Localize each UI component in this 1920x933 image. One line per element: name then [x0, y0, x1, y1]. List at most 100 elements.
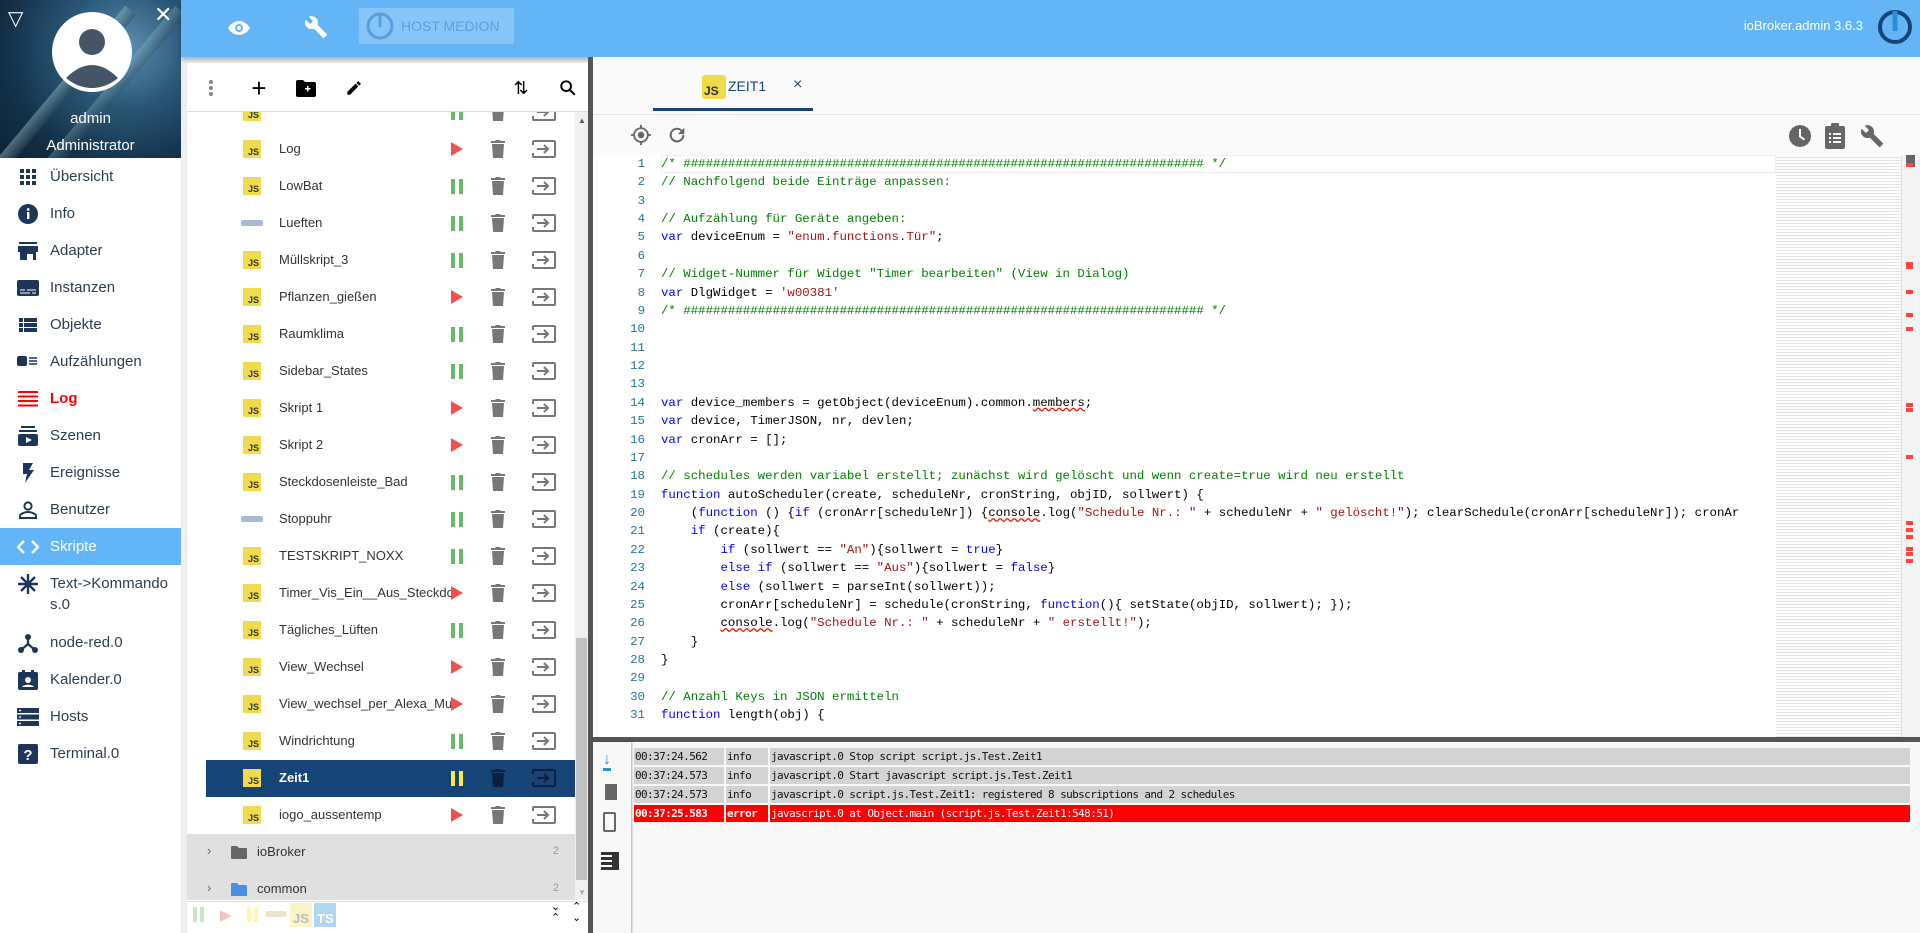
- delete-icon[interactable]: [491, 140, 505, 163]
- pause-script-icon[interactable]: [450, 178, 466, 194]
- start-script-icon[interactable]: [450, 400, 466, 416]
- pause-script-icon[interactable]: [450, 511, 466, 527]
- filter-stopped-icon[interactable]: ▶: [220, 906, 232, 924]
- pause-script-icon[interactable]: [450, 548, 466, 564]
- delete-icon[interactable]: [491, 547, 505, 570]
- sidebar-item-szenen[interactable]: Szenen: [0, 417, 181, 454]
- pause-script-icon[interactable]: [450, 474, 466, 490]
- filter-blockly-icon[interactable]: [266, 911, 286, 917]
- script-row[interactable]: JS Log: [187, 131, 575, 168]
- folder-row[interactable]: › ioBroker 2: [187, 834, 575, 871]
- sidebar-item-instanzen[interactable]: Instanzen: [0, 269, 181, 306]
- sidebar-item-kalender-0[interactable]: Kalender.0: [0, 661, 181, 698]
- export-icon[interactable]: [532, 140, 556, 163]
- add-script-button[interactable]: +: [248, 73, 270, 103]
- script-row[interactable]: JS Windrichtung: [187, 723, 575, 760]
- eye-icon[interactable]: [227, 16, 251, 45]
- export-icon[interactable]: [532, 177, 556, 200]
- close-menu-icon[interactable]: ✕: [154, 2, 172, 28]
- export-icon[interactable]: [532, 695, 556, 718]
- export-icon[interactable]: [532, 658, 556, 681]
- script-row[interactable]: JS View_Wechsel: [187, 649, 575, 686]
- editor-scrollbar[interactable]: [1901, 155, 1920, 737]
- delete-icon[interactable]: [491, 695, 505, 718]
- pause-script-icon[interactable]: [450, 363, 466, 379]
- delete-icon[interactable]: [491, 251, 505, 274]
- pause-script-icon[interactable]: [450, 622, 466, 638]
- chevron-right-icon[interactable]: ›: [207, 880, 211, 895]
- export-icon[interactable]: [532, 112, 556, 126]
- pause-script-icon[interactable]: [450, 770, 466, 786]
- export-icon[interactable]: [532, 473, 556, 496]
- export-icon[interactable]: [532, 806, 556, 829]
- export-icon[interactable]: [532, 362, 556, 385]
- chevron-right-icon[interactable]: ›: [207, 843, 211, 858]
- pause-script-icon[interactable]: [450, 215, 466, 231]
- delete-icon[interactable]: [491, 362, 505, 385]
- script-row[interactable]: JS: [187, 112, 575, 131]
- script-row[interactable]: JS Raumklima: [187, 316, 575, 353]
- sidebar-item-aufzählungen[interactable]: Aufzählungen: [0, 343, 181, 380]
- copy-icon[interactable]: [603, 812, 616, 832]
- script-row[interactable]: JS Tägliches_Lüften: [187, 612, 575, 649]
- delete-icon[interactable]: [491, 288, 505, 311]
- sidebar-item-log[interactable]: Log: [0, 380, 181, 417]
- sidebar-item-benutzer[interactable]: Benutzer: [0, 491, 181, 528]
- delete-icon[interactable]: [491, 510, 505, 533]
- tab-zeit1[interactable]: JS ZEIT1 ×: [653, 63, 813, 111]
- delete-icon[interactable]: [491, 769, 505, 792]
- sidebar-item-objekte[interactable]: Objekte: [0, 306, 181, 343]
- script-row[interactable]: JS Sidebar_States: [187, 353, 575, 390]
- script-row[interactable]: JS Steckdosenleiste_Bad: [187, 464, 575, 501]
- script-row[interactable]: Stoppuhr: [187, 501, 575, 538]
- delete-icon[interactable]: [491, 436, 505, 459]
- delete-icon[interactable]: [491, 658, 505, 681]
- start-script-icon[interactable]: [450, 696, 466, 712]
- code-editor[interactable]: 1 /* ####################################…: [593, 155, 1920, 737]
- filter-ts-button[interactable]: TS: [314, 903, 336, 927]
- pause-script-icon[interactable]: [450, 252, 466, 268]
- script-row[interactable]: JS TESTSKRIPT_NOXX: [187, 538, 575, 575]
- sidebar-item-skripte[interactable]: Skripte: [0, 528, 181, 565]
- pause-script-icon[interactable]: [450, 733, 466, 749]
- sidebar-item-terminal-0[interactable]: ? Terminal.0: [0, 735, 181, 772]
- export-icon[interactable]: [532, 584, 556, 607]
- export-icon[interactable]: [532, 251, 556, 274]
- export-icon[interactable]: [532, 325, 556, 348]
- start-script-icon[interactable]: [450, 141, 466, 157]
- delete-icon[interactable]: [491, 806, 505, 829]
- pause-script-icon[interactable]: [450, 112, 466, 120]
- code-minimap[interactable]: [1776, 155, 1901, 737]
- script-list-scrollbar[interactable]: ▲ ▼: [575, 112, 588, 900]
- filter-running-icon[interactable]: [193, 907, 197, 922]
- export-icon[interactable]: [532, 621, 556, 644]
- delete-icon[interactable]: [491, 399, 505, 422]
- wrench-icon[interactable]: [304, 15, 328, 44]
- sidebar-item-übersicht[interactable]: Übersicht: [0, 158, 181, 195]
- sidebar-item-info[interactable]: Info: [0, 195, 181, 232]
- export-icon[interactable]: [532, 436, 556, 459]
- add-folder-button[interactable]: [295, 77, 317, 99]
- script-row[interactable]: JS iogo_aussentemp: [187, 797, 575, 834]
- sidebar-item-adapter[interactable]: Adapter: [0, 232, 181, 269]
- sidebar-item-ereignisse[interactable]: Ereignisse: [0, 454, 181, 491]
- folder-row[interactable]: › common 2: [187, 871, 575, 900]
- delete-icon[interactable]: [491, 621, 505, 644]
- start-script-icon[interactable]: [450, 659, 466, 675]
- export-icon[interactable]: [532, 732, 556, 755]
- sidebar-item-node-red-0[interactable]: node-red.0: [0, 624, 181, 661]
- wrench-icon[interactable]: [1860, 124, 1884, 153]
- script-row[interactable]: JS LowBat: [187, 168, 575, 205]
- export-icon[interactable]: [532, 214, 556, 237]
- delete-icon[interactable]: [491, 473, 505, 496]
- host-selector[interactable]: HOST MEDION: [359, 8, 514, 44]
- clipboard-icon[interactable]: [1825, 123, 1845, 154]
- close-tab-button[interactable]: ×: [793, 76, 802, 94]
- start-script-icon[interactable]: [450, 437, 466, 453]
- collapse-all-icon[interactable]: ⌃ ⌄: [572, 902, 581, 924]
- script-row[interactable]: JS Timer_Vis_Ein__Aus_Steckdo: [187, 575, 575, 612]
- delete-icon[interactable]: [491, 214, 505, 237]
- expand-all-icon[interactable]: ⌄ ⌃: [551, 902, 560, 924]
- scroll-down-icon[interactable]: ↓: [603, 752, 611, 771]
- export-icon[interactable]: [532, 399, 556, 422]
